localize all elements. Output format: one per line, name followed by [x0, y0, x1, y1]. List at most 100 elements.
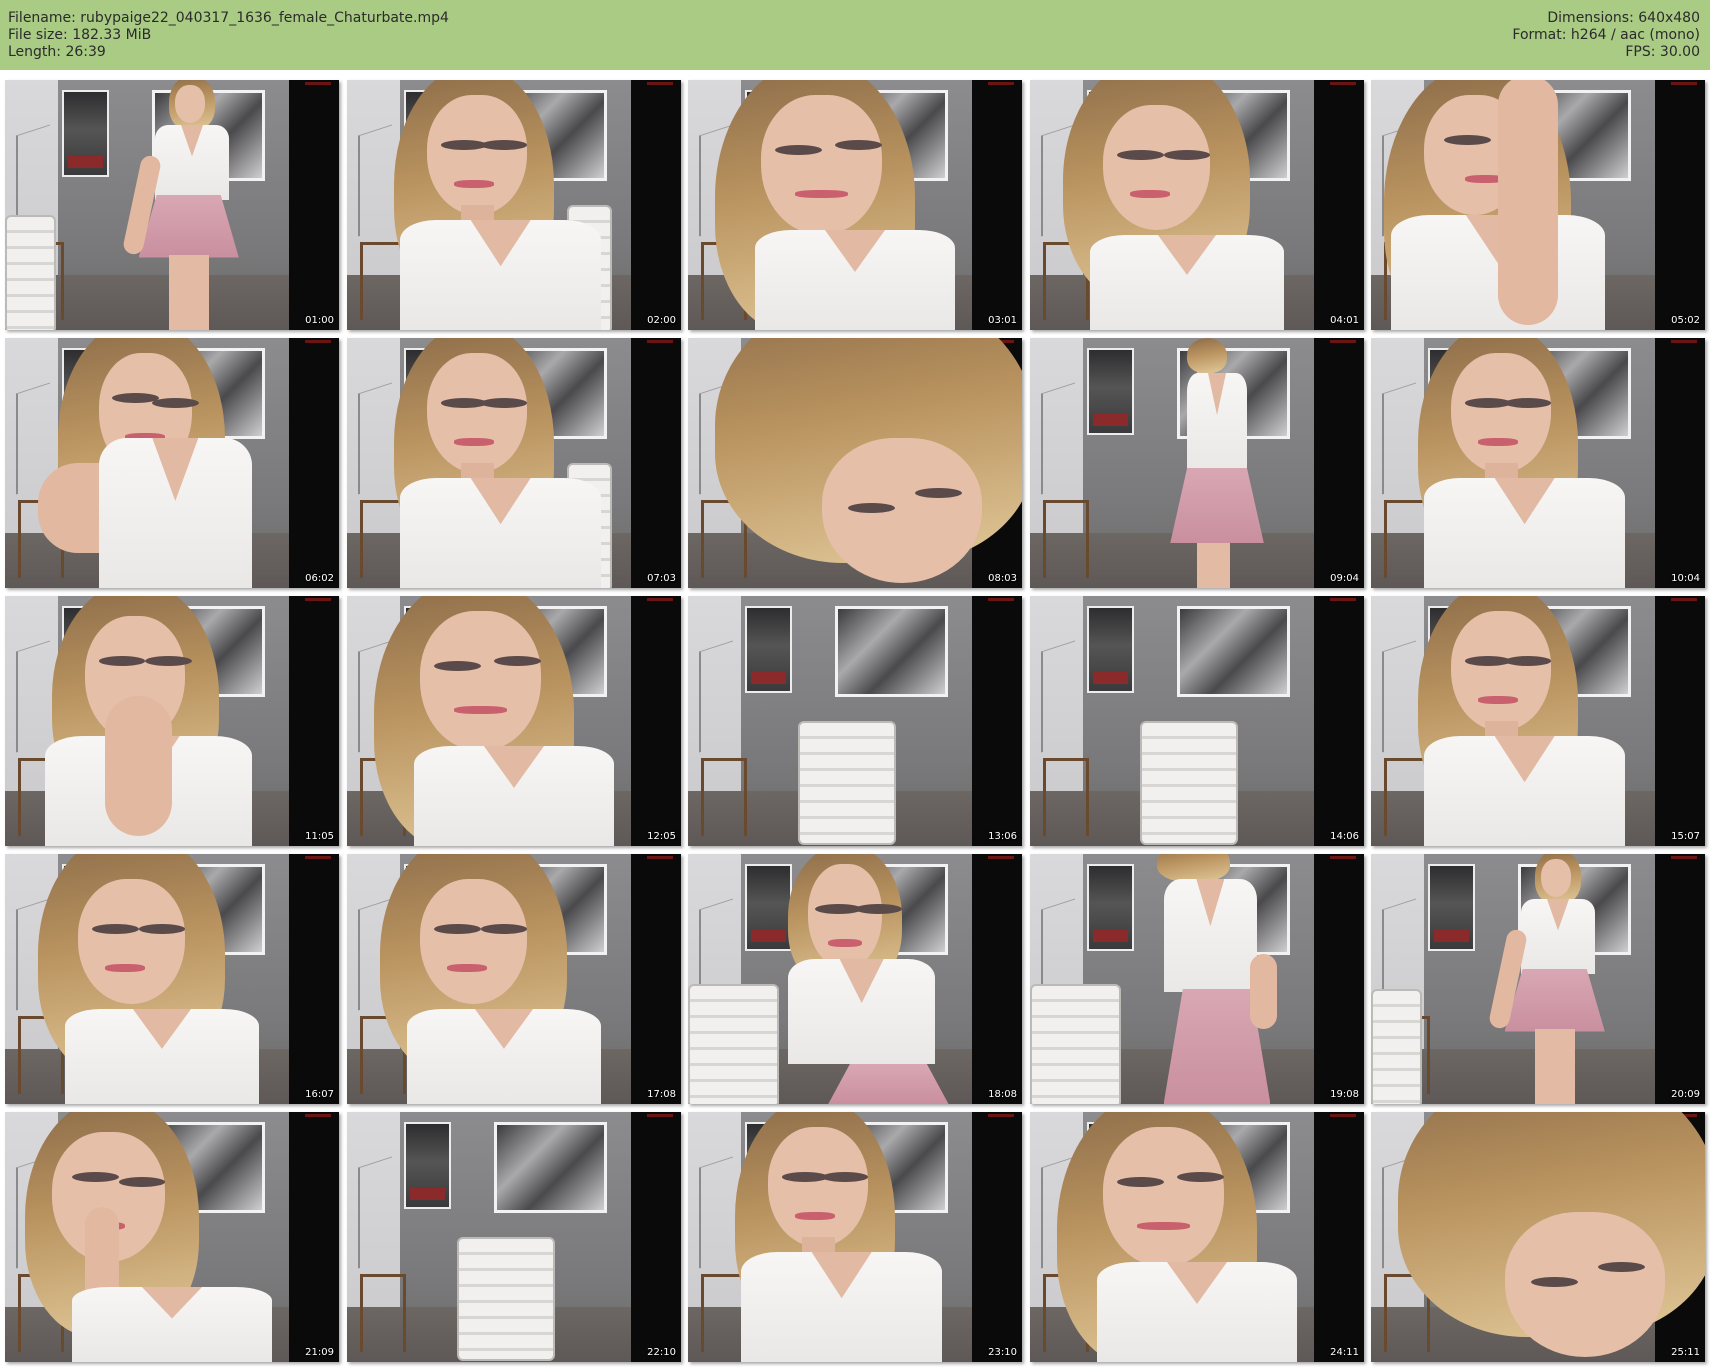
wall-frame-left — [1427, 864, 1476, 951]
wall-frame-left — [403, 1122, 452, 1209]
video-thumbnail[interactable]: 12:05 — [347, 596, 681, 846]
eye — [1444, 135, 1492, 145]
thumbnail-timestamp: 15:07 — [1671, 831, 1700, 842]
hair — [1186, 338, 1228, 373]
face — [78, 879, 186, 1004]
eye — [433, 924, 481, 934]
video-thumbnail[interactable]: 18:08 — [688, 854, 1022, 1104]
video-thumbnail[interactable]: 22:10 — [347, 1112, 681, 1362]
wall-frame-right — [493, 1122, 607, 1213]
video-thumbnail[interactable]: 20:09 — [1371, 854, 1705, 1104]
eye — [71, 1172, 119, 1182]
video-thumbnail[interactable]: 13:06 — [688, 596, 1022, 846]
mouth — [828, 939, 862, 947]
video-thumbnail[interactable]: 23:10 — [688, 1112, 1022, 1362]
easel — [1043, 500, 1090, 578]
black-sidebar — [630, 338, 681, 588]
top — [407, 1009, 601, 1104]
eye — [493, 656, 541, 666]
info-header: Filename: rubypaige22_040317_1636_female… — [0, 0, 1710, 70]
eye — [848, 503, 896, 513]
thumbnail-timestamp: 06:02 — [305, 573, 334, 584]
video-thumbnail[interactable]: 17:08 — [347, 854, 681, 1104]
black-sidebar — [971, 1112, 1022, 1362]
thumbnail-timestamp: 13:06 — [988, 831, 1017, 842]
format-text: Format: h264 / aac (mono) — [1512, 27, 1700, 43]
legs — [168, 255, 209, 330]
video-thumbnail[interactable]: 02:00 — [347, 80, 681, 330]
thumbnail-timestamp: 08:03 — [988, 573, 1017, 584]
eye — [480, 140, 528, 150]
face — [420, 879, 528, 1004]
video-thumbnail[interactable]: 14:06 — [1030, 596, 1364, 846]
top — [1090, 235, 1284, 330]
black-sidebar — [630, 854, 681, 1104]
top — [413, 746, 615, 846]
wall-frame-right — [1176, 606, 1290, 697]
video-thumbnail[interactable]: 08:03 — [688, 338, 1022, 588]
top — [400, 478, 601, 588]
black-sidebar — [1654, 854, 1705, 1104]
eye — [1116, 1177, 1164, 1187]
black-sidebar — [288, 338, 339, 588]
video-thumbnail[interactable]: 25:11 — [1371, 1112, 1705, 1362]
wall-frame-left — [61, 90, 110, 177]
black-sidebar — [1654, 80, 1705, 330]
video-thumbnail[interactable]: 15:07 — [1371, 596, 1705, 846]
fps-text: FPS: 30.00 — [1625, 44, 1700, 60]
video-thumbnail[interactable]: 11:05 — [5, 596, 339, 846]
thumbnail-timestamp: 09:04 — [1330, 573, 1359, 584]
mouth — [794, 1212, 835, 1220]
thumbnail-timestamp: 20:09 — [1671, 1089, 1700, 1100]
video-thumbnail[interactable]: 05:02 — [1371, 80, 1705, 330]
video-thumbnail[interactable]: 01:00 — [5, 80, 339, 330]
thumbnail-timestamp: 24:11 — [1330, 1347, 1359, 1358]
black-sidebar — [1654, 338, 1705, 588]
video-thumbnail[interactable]: 24:11 — [1030, 1112, 1364, 1362]
face — [808, 864, 882, 969]
video-thumbnail[interactable]: 19:08 — [1030, 854, 1364, 1104]
face — [1541, 859, 1572, 897]
mouth — [1130, 190, 1171, 198]
top — [741, 1252, 942, 1362]
file-info-right: Dimensions: 640x480 Format: h264 / aac (… — [1512, 10, 1700, 61]
thumbnail-timestamp: 10:04 — [1671, 573, 1700, 584]
top — [1186, 373, 1248, 473]
easel — [1043, 758, 1090, 836]
wall-frame-right — [834, 606, 948, 697]
eye — [1116, 150, 1164, 160]
face — [427, 353, 528, 473]
mouth — [1477, 438, 1518, 446]
thumbnail-timestamp: 22:10 — [647, 1347, 676, 1358]
black-sidebar — [288, 854, 339, 1104]
thumbnail-timestamp: 05:02 — [1671, 315, 1700, 326]
video-thumbnail[interactable]: 09:04 — [1030, 338, 1364, 588]
thumbnail-timestamp: 19:08 — [1330, 1089, 1359, 1100]
mouth — [794, 190, 849, 198]
eye — [138, 924, 186, 934]
thumbnail-timestamp: 16:07 — [305, 1089, 334, 1100]
thumbnail-timestamp: 01:00 — [305, 315, 334, 326]
eye — [1176, 1172, 1224, 1182]
eye — [774, 145, 822, 155]
face — [1504, 1212, 1665, 1357]
mouth — [1136, 1222, 1191, 1230]
thumbnail-timestamp: 17:08 — [647, 1089, 676, 1100]
face — [761, 95, 882, 235]
face — [821, 438, 982, 583]
video-thumbnail[interactable]: 21:09 — [5, 1112, 339, 1362]
video-thumbnail[interactable]: 07:03 — [347, 338, 681, 588]
video-thumbnail[interactable]: 04:01 — [1030, 80, 1364, 330]
video-thumbnail[interactable]: 06:02 — [5, 338, 339, 588]
video-thumbnail[interactable]: 16:07 — [5, 854, 339, 1104]
video-thumbnail[interactable]: 10:04 — [1371, 338, 1705, 588]
dimensions-text: Dimensions: 640x480 — [1547, 10, 1700, 26]
face — [1451, 611, 1552, 731]
black-sidebar — [971, 596, 1022, 846]
thumbnail-timestamp: 02:00 — [647, 315, 676, 326]
video-thumbnail[interactable]: 03:01 — [688, 80, 1022, 330]
mouth — [1477, 696, 1518, 704]
black-sidebar — [288, 596, 339, 846]
office-chair — [1030, 984, 1121, 1104]
office-chair — [1140, 721, 1238, 845]
